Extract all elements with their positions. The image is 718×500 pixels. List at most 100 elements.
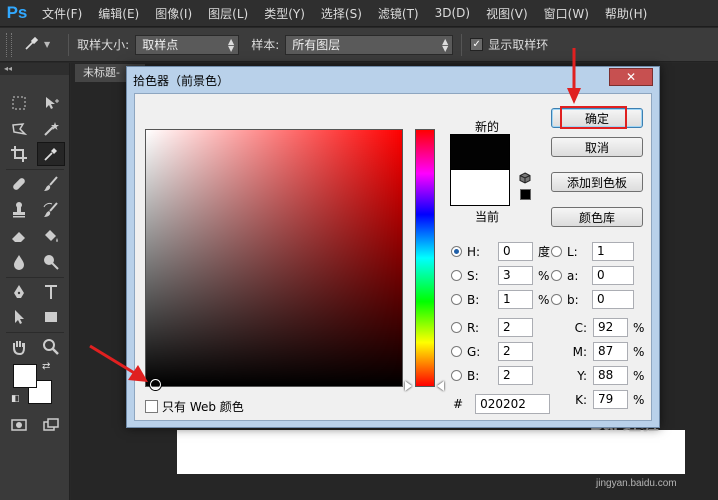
menu-image[interactable]: 图像(I) (147, 5, 200, 22)
sample-size-value: 取样点 (142, 38, 179, 52)
show-ring-checkbox[interactable]: ✓ (470, 38, 484, 51)
saturation-radio[interactable] (451, 270, 462, 281)
menu-window[interactable]: 窗口(W) (536, 5, 597, 22)
red-input[interactable]: 2 (498, 318, 533, 337)
web-safe-color-swatch[interactable] (520, 189, 531, 200)
rectangle-tool-icon[interactable] (37, 305, 65, 329)
menu-type[interactable]: 类型(Y) (256, 5, 313, 22)
default-colors-icon[interactable]: ◧ (11, 394, 20, 404)
options-bar-grip[interactable] (6, 32, 12, 57)
menu-3d[interactable]: 3D(D) (427, 6, 478, 20)
swap-colors-icon[interactable]: ⇄ (42, 361, 50, 372)
menu-view[interactable]: 视图(V) (478, 5, 536, 22)
path-selection-tool-icon[interactable] (5, 305, 33, 329)
cyan-label: C: (574, 320, 587, 335)
show-ring-label: 显示取样环 (488, 38, 549, 52)
menu-layer[interactable]: 图层(L) (200, 5, 256, 22)
lab-b-radio[interactable] (551, 294, 562, 305)
menu-edit[interactable]: 编辑(E) (90, 5, 147, 22)
new-color-label: 新的 (474, 120, 499, 134)
menu-filter[interactable]: 滤镜(T) (370, 5, 427, 22)
lab-l-input[interactable]: 1 (592, 242, 634, 261)
lab-b-input[interactable]: 0 (592, 290, 634, 309)
close-icon[interactable]: ✕ (609, 68, 653, 86)
menu-bar: Ps 文件(F) 编辑(E) 图像(I) 图层(L) 类型(Y) 选择(S) 滤… (0, 0, 718, 27)
hue-slider-handle-left[interactable] (405, 381, 412, 391)
web-only-checkbox[interactable] (145, 400, 158, 413)
out-of-gamut-cube-icon[interactable] (519, 172, 531, 184)
watermark-url: jingyan.baidu.com (596, 478, 677, 489)
arrow-down-icon (567, 48, 581, 104)
red-label: R: (467, 320, 480, 335)
sample-select[interactable]: 所有图层 ▲ ▼ (285, 34, 454, 55)
hex-row: # 020202 (453, 394, 551, 414)
pen-tool-icon[interactable] (5, 280, 33, 304)
brightness-input[interactable]: 1 (498, 290, 533, 309)
brush-tool-icon[interactable] (37, 172, 65, 196)
screen-mode-icon[interactable] (37, 413, 65, 437)
green-radio[interactable] (451, 346, 462, 357)
separator (68, 33, 70, 56)
crop-tool-icon[interactable] (5, 142, 33, 166)
select-arrows-icon: ▲ ▼ (442, 36, 449, 53)
hue-slider[interactable] (415, 129, 435, 387)
blue-input[interactable]: 2 (498, 366, 533, 385)
yellow-input[interactable]: 88 (593, 366, 628, 385)
cancel-button[interactable]: 取消 (551, 137, 643, 157)
black-unit: % (633, 392, 645, 407)
sample-size-select[interactable]: 取样点 ▲ ▼ (135, 34, 240, 55)
eyedropper-tool-icon[interactable] (37, 142, 65, 166)
brightness-unit: % (538, 292, 550, 307)
color-libraries-button[interactable]: 颜色库 (551, 207, 643, 227)
menu-file[interactable]: 文件(F) (34, 5, 90, 22)
lab-a-input[interactable]: 0 (592, 266, 634, 285)
saturation-input[interactable]: 3 (498, 266, 533, 285)
healing-brush-tool-icon[interactable] (5, 172, 33, 196)
blue-radio[interactable] (451, 370, 462, 381)
blur-tool-icon[interactable] (5, 250, 33, 274)
red-radio[interactable] (451, 322, 462, 333)
magenta-input[interactable]: 87 (593, 342, 628, 361)
hue-slider-handle-right[interactable] (437, 381, 444, 391)
black-input[interactable]: 79 (593, 390, 628, 409)
hue-radio[interactable] (451, 246, 462, 257)
dialog-body: 只有 Web 颜色 新的 当前 确定 取消 添加到色板 颜色库 H: 0 度 S… (134, 93, 652, 421)
history-brush-tool-icon[interactable] (37, 198, 65, 222)
green-row: G: 2 (451, 342, 533, 361)
brightness-row: B: 1 % (451, 290, 549, 309)
clone-stamp-tool-icon[interactable] (5, 198, 33, 222)
color-field[interactable] (145, 129, 403, 387)
tool-preset-picker[interactable]: ▼ (24, 35, 50, 55)
hue-unit: 度 (538, 245, 551, 259)
options-bar: ▼ 取样大小: 取样点 ▲ ▼ 样本: 所有图层 ▲ ▼ ✓ 显示取样环 (0, 28, 718, 62)
arrow-down-right-icon (89, 344, 148, 382)
menu-help[interactable]: 帮助(H) (597, 5, 655, 22)
dodge-tool-icon[interactable] (37, 250, 65, 274)
tool-separator (6, 332, 64, 333)
lab-a-radio[interactable] (551, 270, 562, 281)
hex-input[interactable]: 020202 (475, 394, 551, 414)
hue-input[interactable]: 0 (498, 242, 533, 261)
type-tool-icon[interactable] (37, 280, 65, 304)
new-color-swatch (450, 134, 510, 170)
paint-bucket-tool-icon[interactable] (37, 224, 65, 248)
zoom-tool-icon[interactable] (37, 335, 65, 359)
current-color-swatch[interactable] (450, 170, 510, 206)
move-tool-icon[interactable] (37, 91, 65, 115)
add-to-swatches-button[interactable]: 添加到色板 (551, 172, 643, 192)
web-only-option[interactable]: 只有 Web 颜色 (145, 398, 244, 415)
document-canvas[interactable] (177, 430, 685, 474)
cyan-input[interactable]: 92 (593, 318, 628, 337)
lasso-tool-icon[interactable] (5, 117, 33, 141)
quick-mask-icon[interactable] (5, 413, 33, 437)
foreground-color-swatch[interactable] (13, 364, 37, 388)
green-input[interactable]: 2 (498, 342, 533, 361)
hand-tool-icon[interactable] (5, 335, 33, 359)
eraser-tool-icon[interactable] (5, 224, 33, 248)
marquee-tool-icon[interactable] (5, 91, 33, 115)
menu-select[interactable]: 选择(S) (313, 5, 370, 22)
lab-l-radio[interactable] (551, 246, 562, 257)
brightness-radio[interactable] (451, 294, 462, 305)
panel-collapse-icon[interactable]: ◂◂ (0, 63, 69, 75)
magic-wand-tool-icon[interactable] (37, 117, 65, 141)
